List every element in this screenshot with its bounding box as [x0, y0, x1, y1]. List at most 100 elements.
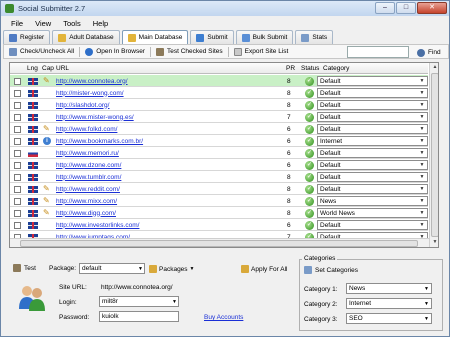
vertical-scroll-thumb[interactable] — [431, 73, 438, 237]
tab-bulk-submit[interactable]: Bulk Submit — [235, 30, 294, 44]
row-checkbox[interactable] — [14, 197, 21, 205]
checkbox-cell[interactable] — [14, 123, 21, 135]
url-cell[interactable]: http://www.tumblr.com/ — [56, 171, 121, 183]
buy-accounts-link[interactable]: Buy Accounts — [204, 314, 243, 321]
menu-tools[interactable]: Tools — [63, 19, 81, 28]
url-cell[interactable]: http://slashdot.org/ — [56, 99, 109, 111]
tab-adult-database[interactable]: Adult Database — [52, 30, 120, 44]
row-checkbox[interactable] — [14, 101, 21, 109]
maximize-button[interactable]: □ — [396, 2, 416, 14]
apply-for-all-button[interactable]: Apply For All — [241, 265, 288, 273]
url-cell[interactable]: http://www.reddit.com/ — [56, 183, 120, 195]
menu-file[interactable]: File — [11, 19, 23, 28]
menu-help[interactable]: Help — [93, 19, 108, 28]
minimize-button[interactable]: – — [375, 2, 395, 14]
horizontal-scroll-thumb[interactable] — [20, 240, 418, 247]
checkbox-cell[interactable] — [14, 219, 21, 231]
column-header-lng[interactable]: Lng — [27, 65, 38, 72]
test-button[interactable]: Test — [13, 264, 36, 272]
tab-submit[interactable]: Submit — [190, 30, 234, 44]
set-categories-button[interactable]: Set Categories — [304, 266, 358, 274]
url-link[interactable]: http://www.tumblr.com/ — [56, 174, 121, 181]
category-select[interactable]: Default ▼ — [317, 124, 428, 134]
package-select[interactable]: default ▼ — [79, 263, 145, 274]
url-cell[interactable]: http://www.dzone.com/ — [56, 159, 121, 171]
menu-view[interactable]: View — [35, 19, 51, 28]
url-cell[interactable]: http://www.bookmarks.com.br/ — [56, 135, 143, 147]
table-row[interactable]: ✎ http://www.mixx.com/8 ✓ News ▼ — [10, 195, 428, 207]
search-input[interactable] — [347, 46, 409, 58]
category-cell[interactable]: Default ▼ — [317, 147, 428, 159]
table-row[interactable]: ✎ http://www.digg.com/8 ✓ World News ▼ — [10, 207, 428, 219]
row-checkbox[interactable] — [14, 89, 21, 97]
category-cell[interactable]: Internet ▼ — [317, 135, 428, 147]
url-link[interactable]: http://www.reddit.com/ — [56, 186, 120, 193]
url-link[interactable]: http://www.dzone.com/ — [56, 162, 121, 169]
url-cell[interactable]: http://www.mixx.com/ — [56, 195, 117, 207]
url-link[interactable]: http://www.bookmarks.com.br/ — [56, 138, 143, 145]
vertical-scrollbar[interactable]: ▲ ▼ — [429, 63, 438, 247]
row-checkbox[interactable] — [14, 137, 21, 145]
category-cell[interactable]: Default ▼ — [317, 75, 428, 87]
row-checkbox[interactable] — [14, 173, 21, 181]
checkbox-cell[interactable] — [14, 75, 21, 87]
export-site-list-button[interactable]: Export Site List — [229, 45, 294, 58]
url-cell[interactable]: http://mister-wong.com/ — [56, 87, 124, 99]
category-select[interactable]: News ▼ — [317, 196, 428, 206]
tab-register[interactable]: Register — [3, 30, 51, 44]
table-row[interactable]: ✎ http://www.connotea.org/8 ✓ Default ▼ — [10, 75, 428, 87]
column-header-category[interactable]: Category — [323, 65, 349, 72]
row-checkbox[interactable] — [14, 125, 21, 133]
category-select[interactable]: Default ▼ — [317, 184, 428, 194]
category-select[interactable]: Default ▼ — [317, 88, 428, 98]
url-cell[interactable]: http://www.investorlinks.com/ — [56, 219, 139, 231]
checkbox-cell[interactable] — [14, 135, 21, 147]
column-header-status[interactable]: Status — [301, 65, 319, 72]
checkbox-cell[interactable] — [14, 159, 21, 171]
category-select[interactable]: Default ▼ — [317, 148, 428, 158]
url-link[interactable]: http://www.mister-wong.es/ — [56, 114, 134, 121]
category1-select[interactable]: News ▼ — [346, 283, 432, 294]
url-cell[interactable]: http://www.folkd.com/ — [56, 123, 117, 135]
url-link[interactable]: http://www.mixx.com/ — [56, 198, 117, 205]
table-row[interactable]: http://www.dzone.com/6 ✓ Default ▼ — [10, 159, 428, 171]
category-cell[interactable]: World News ▼ — [317, 207, 428, 219]
tab-main-database[interactable]: Main Database — [121, 30, 189, 44]
url-cell[interactable]: http://www.connotea.org/ — [56, 75, 128, 87]
table-row[interactable]: i http://www.bookmarks.com.br/6 ✓ Internet ▼ — [10, 135, 428, 147]
url-cell[interactable]: http://www.mister-wong.es/ — [56, 111, 134, 123]
category-select[interactable]: Default ▼ — [317, 172, 428, 182]
table-row[interactable]: http://www.investorlinks.com/6 ✓ Default ▼ — [10, 219, 428, 231]
category-select[interactable]: Internet ▼ — [317, 136, 428, 146]
check-uncheck-all-button[interactable]: Check/Uncheck All — [4, 45, 79, 58]
category-cell[interactable]: Default ▼ — [317, 99, 428, 111]
category-cell[interactable]: Default ▼ — [317, 87, 428, 99]
checkbox-cell[interactable] — [14, 195, 21, 207]
table-row[interactable]: http://www.mister-wong.es/7 ✓ Default ▼ — [10, 111, 428, 123]
url-link[interactable]: http://www.investorlinks.com/ — [56, 222, 139, 229]
checkbox-cell[interactable] — [14, 99, 21, 111]
open-in-browser-button[interactable]: Open In Browser — [80, 45, 150, 58]
category-select[interactable]: Default ▼ — [317, 112, 428, 122]
row-checkbox[interactable] — [14, 149, 21, 157]
url-link[interactable]: http://slashdot.org/ — [56, 102, 109, 109]
category-cell[interactable]: Default ▼ — [317, 111, 428, 123]
checkbox-cell[interactable] — [14, 183, 21, 195]
checkbox-cell[interactable] — [14, 207, 21, 219]
checkbox-cell[interactable] — [14, 147, 21, 159]
row-checkbox[interactable] — [14, 185, 21, 193]
url-link[interactable]: http://www.memori.ru/ — [56, 150, 119, 157]
checkbox-cell[interactable] — [14, 111, 21, 123]
category-select[interactable]: Default ▼ — [317, 76, 428, 86]
url-link[interactable]: http://www.digg.com/ — [56, 210, 116, 217]
column-header-cap[interactable]: Cap — [42, 65, 54, 72]
column-header-pr[interactable]: PR — [286, 65, 295, 72]
url-link[interactable]: http://www.connotea.org/ — [56, 78, 128, 85]
row-checkbox[interactable] — [14, 77, 21, 85]
category-cell[interactable]: Default ▼ — [317, 159, 428, 171]
row-checkbox[interactable] — [14, 113, 21, 121]
category-cell[interactable]: Default ▼ — [317, 171, 428, 183]
scroll-down-arrow-icon[interactable]: ▼ — [430, 238, 438, 247]
find-button[interactable]: Find — [412, 46, 446, 59]
table-row[interactable]: ✎ http://www.folkd.com/6 ✓ Default ▼ — [10, 123, 428, 135]
